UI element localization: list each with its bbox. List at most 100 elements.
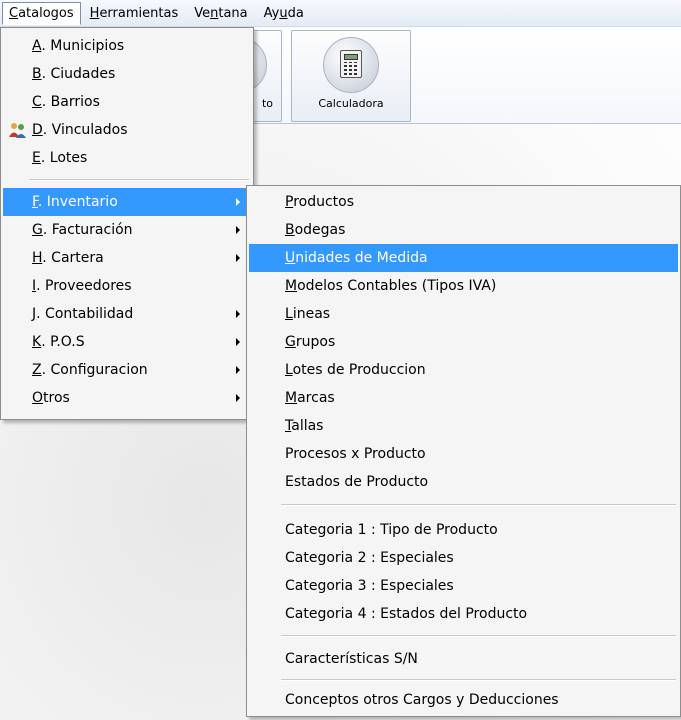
submenu-item-lineas[interactable]: Lineas bbox=[249, 300, 678, 328]
item-label: . Facturación bbox=[42, 222, 133, 238]
menu-label-prefix: Ve bbox=[194, 5, 211, 21]
submenu-item-bodegas[interactable]: Bodegas bbox=[249, 216, 678, 244]
submenu-item-tallas[interactable]: Tallas bbox=[249, 412, 678, 440]
item-label: . Contabilidad bbox=[36, 306, 134, 322]
submenu-item-categoria-2[interactable]: Categoria 2 : Especiales bbox=[249, 544, 678, 572]
submenu-item-unidades-de-medida[interactable]: Unidades de Medida bbox=[249, 244, 678, 272]
menu-item-contabilidad[interactable]: J. Contabilidad bbox=[3, 300, 251, 328]
item-label: Categoria 3 : Especiales bbox=[285, 578, 454, 594]
menu-item-proveedores[interactable]: I. Proveedores bbox=[3, 272, 251, 300]
item-mnemonic: A bbox=[32, 38, 42, 54]
item-label: Categoria 4 : Estados del Producto bbox=[285, 606, 528, 622]
submenu-item-productos[interactable]: Productos bbox=[249, 188, 678, 216]
menu-mnemonic: u bbox=[279, 5, 288, 21]
item-mnemonic: C bbox=[32, 94, 42, 110]
item-label: Estados de Producto bbox=[285, 474, 429, 490]
item-mnemonic: M bbox=[285, 278, 298, 294]
menu-bar: Catalogos Herramientas Ventana Ayuda bbox=[0, 0, 681, 27]
menu-item-inventario[interactable]: F. Inventario bbox=[3, 188, 251, 216]
calculadora-button[interactable]: Calculadora bbox=[291, 30, 411, 122]
item-label: Categoria 2 : Especiales bbox=[285, 550, 454, 566]
menu-separator bbox=[281, 504, 676, 506]
item-label: . Lotes bbox=[40, 150, 88, 166]
calculator-icon bbox=[340, 50, 362, 78]
menu-item-ciudades[interactable]: B. Ciudades bbox=[3, 60, 251, 88]
menu-item-cartera[interactable]: H. Cartera bbox=[3, 244, 251, 272]
item-mnemonic: D bbox=[32, 122, 43, 138]
menu-label: atalogos bbox=[18, 5, 74, 21]
calculadora-label: Calculadora bbox=[318, 97, 384, 110]
item-label: roductos bbox=[293, 194, 355, 210]
menu-catalogos[interactable]: Catalogos bbox=[2, 1, 81, 25]
item-mnemonic: H bbox=[32, 250, 43, 266]
chevron-right-icon bbox=[236, 226, 240, 234]
submenu-item-categoria-3[interactable]: Categoria 3 : Especiales bbox=[249, 572, 678, 600]
item-label: . Cartera bbox=[42, 250, 104, 266]
menu-separator bbox=[281, 635, 676, 637]
item-mnemonic: B bbox=[32, 66, 42, 82]
item-label: . Municipios bbox=[41, 38, 125, 54]
submenu-item-modelos-contables[interactable]: Modelos Contables (Tipos IVA) bbox=[249, 272, 678, 300]
menu-ventana[interactable]: Ventana bbox=[187, 2, 254, 25]
menu-label-prefix: Ay bbox=[263, 5, 280, 21]
menu-separator bbox=[281, 679, 676, 681]
item-mnemonic: P bbox=[285, 194, 294, 210]
item-label: . Barrios bbox=[41, 94, 100, 110]
item-label: odelos Contables (Tipos IVA) bbox=[297, 278, 497, 294]
menu-item-configuracion[interactable]: Z. Configuracion bbox=[3, 356, 251, 384]
item-mnemonic: E bbox=[32, 150, 41, 166]
submenu-item-marcas[interactable]: Marcas bbox=[249, 384, 678, 412]
item-label: Características S/N bbox=[285, 651, 418, 667]
item-mnemonic: G bbox=[285, 334, 296, 350]
menu-separator bbox=[29, 179, 249, 181]
menu-item-vinculados[interactable]: D. Vinculados bbox=[3, 116, 251, 144]
menu-item-municipios[interactable]: A. Municipios bbox=[3, 32, 251, 60]
menu-ayuda[interactable]: Ayuda bbox=[257, 2, 311, 25]
menu-item-barrios[interactable]: C. Barrios bbox=[3, 88, 251, 116]
chevron-right-icon bbox=[236, 394, 240, 402]
menu-item-facturacion[interactable]: G. Facturación bbox=[3, 216, 251, 244]
menu-label: da bbox=[287, 5, 304, 21]
item-mnemonic: G bbox=[32, 222, 43, 238]
menu-mnemonic: H bbox=[89, 5, 100, 21]
menu-label: tana bbox=[218, 5, 248, 21]
inventario-submenu: Productos Bodegas Unidades de Medida Mod… bbox=[246, 185, 681, 717]
submenu-item-conceptos-otros-cargos[interactable]: Conceptos otros Cargos y Deducciones bbox=[249, 686, 678, 714]
submenu-item-lotes-de-produccion[interactable]: Lotes de Produccion bbox=[249, 356, 678, 384]
item-label: . Configuracion bbox=[41, 362, 148, 378]
item-mnemonic: M bbox=[285, 390, 298, 406]
item-label: nidades de Medida bbox=[295, 250, 428, 266]
chevron-right-icon bbox=[236, 366, 240, 374]
item-label: Categoria 1 : Tipo de Producto bbox=[285, 522, 498, 538]
item-label: . Vinculados bbox=[42, 122, 128, 138]
item-mnemonic: Z bbox=[32, 362, 42, 378]
submenu-item-categoria-4[interactable]: Categoria 4 : Estados del Producto bbox=[249, 600, 678, 628]
menu-item-lotes[interactable]: E. Lotes bbox=[3, 144, 251, 172]
menu-item-otros[interactable]: Otros bbox=[3, 384, 251, 412]
menu-herramientas[interactable]: Herramientas bbox=[83, 2, 186, 25]
submenu-item-procesos-x-producto[interactable]: Procesos x Producto bbox=[249, 440, 678, 468]
people-icon bbox=[9, 123, 26, 138]
item-mnemonic: O bbox=[32, 390, 44, 406]
item-mnemonic: B bbox=[285, 222, 295, 238]
item-label: odegas bbox=[294, 222, 346, 238]
item-label: tros bbox=[43, 390, 70, 406]
menu-item-pos[interactable]: K. P.O.S bbox=[3, 328, 251, 356]
submenu-item-caracteristicas-sn[interactable]: Características S/N bbox=[249, 645, 678, 673]
catalogos-dropdown: A. Municipios B. Ciudades C. Barrios D. … bbox=[0, 27, 254, 420]
item-label: rupos bbox=[295, 334, 336, 350]
menu-mnemonic: C bbox=[9, 5, 19, 21]
item-label: . Inventario bbox=[37, 194, 118, 210]
submenu-item-grupos[interactable]: Grupos bbox=[249, 328, 678, 356]
chevron-right-icon bbox=[236, 338, 240, 346]
item-mnemonic: L bbox=[285, 306, 293, 322]
menu-label: erramientas bbox=[99, 5, 179, 21]
submenu-item-categoria-1[interactable]: Categoria 1 : Tipo de Producto bbox=[249, 516, 678, 544]
chevron-right-icon bbox=[236, 254, 240, 262]
submenu-item-estados-de-producto[interactable]: Estados de Producto bbox=[249, 468, 678, 496]
chevron-right-icon bbox=[236, 198, 240, 206]
item-label: otes de Produccion bbox=[292, 362, 426, 378]
item-label: Conceptos otros Cargos y Deducciones bbox=[285, 692, 559, 708]
item-label: . Ciudades bbox=[41, 66, 116, 82]
item-label: allas bbox=[291, 418, 324, 434]
